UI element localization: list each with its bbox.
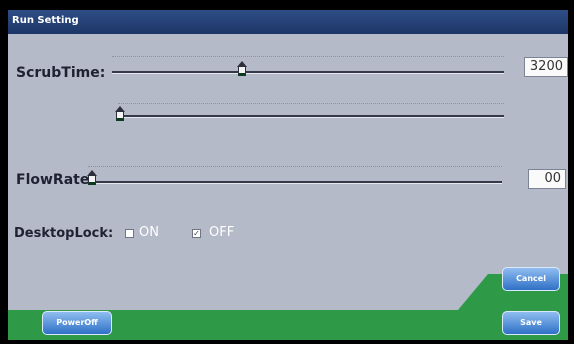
device-screen: Run Setting ScrubTime: 3200 FlowRate: 00… xyxy=(0,0,574,344)
desktop-lock-label: DesktopLock: xyxy=(14,226,114,241)
cancel-button[interactable]: Cancel xyxy=(502,267,560,291)
flow-rate-label: FlowRate: xyxy=(16,172,95,188)
desktop-lock-off-checkbox[interactable]: ✓ xyxy=(192,229,201,238)
scrub-fine-slider-track[interactable] xyxy=(118,115,504,117)
flow-rate-slider-track[interactable] xyxy=(88,181,502,183)
flow-rate-tick-marks xyxy=(88,166,502,167)
power-off-button[interactable]: PowerOff xyxy=(42,311,112,335)
scrub-time-value-field[interactable]: 3200 xyxy=(524,57,568,77)
scrub-fine-tick-marks xyxy=(118,103,504,104)
scrub-time-slider-track[interactable] xyxy=(112,71,504,73)
scrub-time-label: ScrubTime: xyxy=(16,65,106,81)
scrub-fine-slider-thumb[interactable] xyxy=(115,106,125,124)
desktop-lock-on-label[interactable]: ON xyxy=(139,225,159,240)
scrub-time-tick-marks xyxy=(112,56,504,57)
scrub-time-slider-thumb[interactable] xyxy=(237,61,247,79)
desktop-lock-off-label[interactable]: OFF xyxy=(209,225,234,240)
window-title: Run Setting xyxy=(12,15,79,26)
flow-rate-slider-thumb[interactable] xyxy=(87,170,97,188)
run-setting-window: Run Setting ScrubTime: 3200 FlowRate: 00… xyxy=(8,10,568,340)
title-bar: Run Setting xyxy=(8,10,568,34)
save-button[interactable]: Save xyxy=(502,311,560,335)
flow-rate-value-field[interactable]: 00 xyxy=(528,169,566,189)
desktop-lock-on-checkbox[interactable] xyxy=(125,229,134,238)
